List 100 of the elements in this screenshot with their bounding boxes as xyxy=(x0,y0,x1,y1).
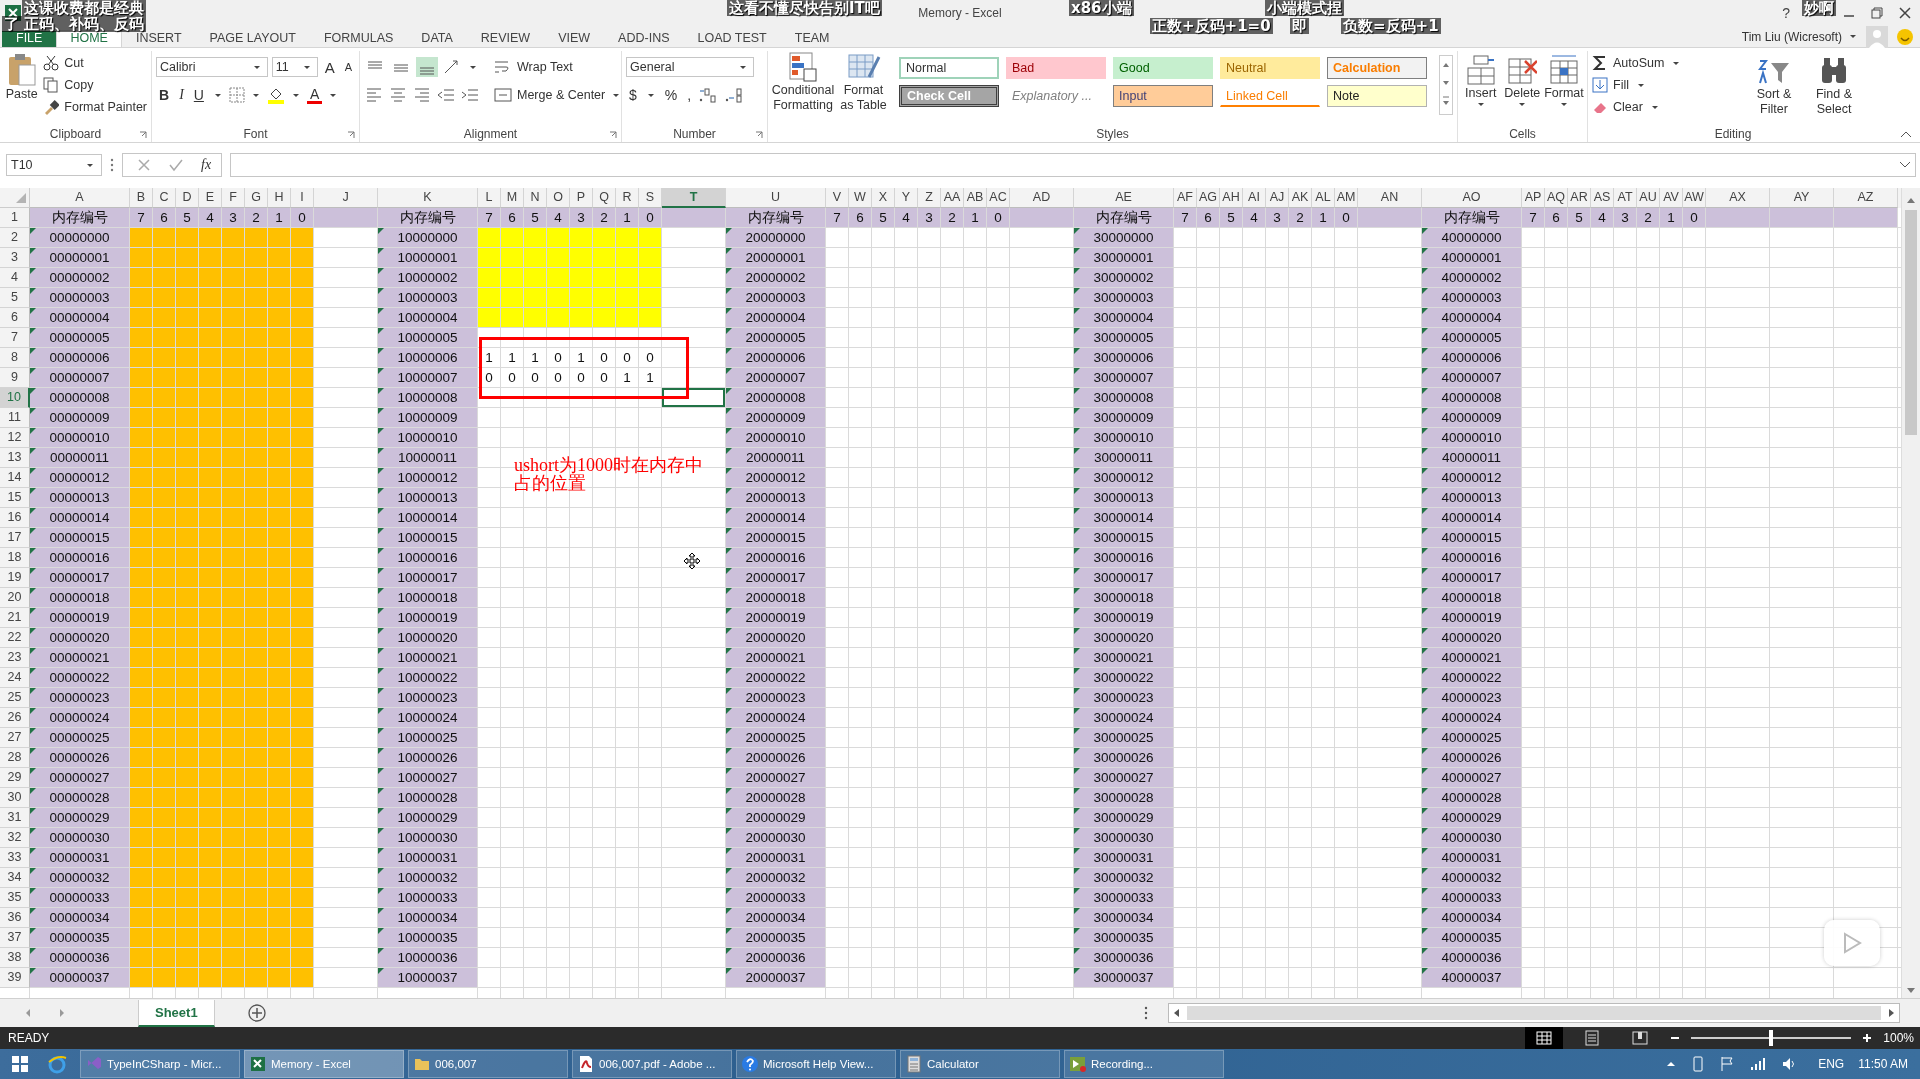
column-header[interactable]: AJ xyxy=(1266,188,1289,208)
row-header[interactable]: 7 xyxy=(0,328,30,348)
column-header[interactable]: F xyxy=(222,188,245,208)
scrollbar-thumb[interactable] xyxy=(1905,210,1917,435)
dialog-launcher-icon[interactable] xyxy=(609,131,617,139)
taskbar-button[interactable]: 006,007 xyxy=(408,1050,568,1078)
dialog-launcher-icon[interactable] xyxy=(755,131,763,139)
caret-icon[interactable] xyxy=(1636,82,1645,88)
column-header[interactable]: AA xyxy=(941,188,964,208)
autosum-button[interactable]: AutoSum xyxy=(1592,53,1742,73)
more-options-icon[interactable] xyxy=(110,158,114,172)
dialog-launcher-icon[interactable] xyxy=(139,131,147,139)
column-header[interactable]: S xyxy=(639,188,662,208)
cell-style-option[interactable]: Note xyxy=(1327,85,1427,107)
column-header[interactable]: Z xyxy=(918,188,941,208)
clear-button[interactable]: Clear xyxy=(1592,97,1742,117)
insert-function-button[interactable]: fx xyxy=(201,157,212,173)
flag-icon[interactable] xyxy=(1720,1056,1735,1072)
column-header[interactable]: H xyxy=(268,188,291,208)
row-header[interactable]: 38 xyxy=(0,948,30,968)
column-header[interactable]: AZ xyxy=(1834,188,1898,208)
column-header[interactable]: AB xyxy=(964,188,987,208)
row-header[interactable]: 1 xyxy=(0,208,30,228)
input-language[interactable]: ENG xyxy=(1818,1057,1845,1071)
column-header[interactable]: A xyxy=(30,188,130,208)
column-header[interactable]: T xyxy=(662,188,726,208)
underline-button[interactable]: U xyxy=(190,87,207,103)
row-header[interactable]: 16 xyxy=(0,508,30,528)
column-header[interactable]: K xyxy=(378,188,478,208)
ribbon-tab[interactable]: FILE xyxy=(2,31,57,47)
column-header[interactable]: I xyxy=(291,188,314,208)
cell-style-option[interactable]: Normal xyxy=(899,57,999,79)
browser-icon[interactable] xyxy=(46,1053,68,1075)
column-header[interactable]: N xyxy=(524,188,547,208)
row-header[interactable]: 27 xyxy=(0,728,30,748)
row-header[interactable]: 39 xyxy=(0,968,30,988)
ribbon-tab[interactable]: LOAD TEST xyxy=(683,31,781,47)
row-header[interactable]: 37 xyxy=(0,928,30,948)
ribbon-tab[interactable]: PAGE LAYOUT xyxy=(195,31,310,47)
smiley-icon[interactable] xyxy=(1896,27,1914,46)
format-painter-button[interactable]: Format Painter xyxy=(43,97,147,117)
row-header[interactable]: 36 xyxy=(0,908,30,928)
row-header[interactable]: 30 xyxy=(0,788,30,808)
cut-button[interactable]: Cut xyxy=(43,53,147,73)
clock[interactable]: 11:50 AM xyxy=(1858,1057,1908,1071)
cell-style-option[interactable]: Good xyxy=(1113,57,1213,79)
column-header[interactable]: AW xyxy=(1683,188,1706,208)
column-header[interactable]: AU xyxy=(1637,188,1660,208)
account-name[interactable]: Tim Liu (Wicresoft) xyxy=(1741,29,1842,44)
signal-icon[interactable] xyxy=(1750,1057,1767,1071)
row-header[interactable]: 22 xyxy=(0,628,30,648)
row-header[interactable]: 15 xyxy=(0,488,30,508)
cell-style-option[interactable]: Bad xyxy=(1006,57,1106,79)
row-header[interactable]: 18 xyxy=(0,548,30,568)
caret-icon[interactable] xyxy=(739,64,747,70)
add-sheet-icon[interactable] xyxy=(246,1003,267,1023)
checkmark-icon[interactable] xyxy=(169,158,183,172)
row-header[interactable]: 34 xyxy=(0,868,30,888)
column-header[interactable]: R xyxy=(616,188,639,208)
paste-button[interactable]: Paste xyxy=(4,51,40,126)
name-box[interactable]: T10 xyxy=(6,154,102,176)
row-header[interactable]: 24 xyxy=(0,668,30,688)
font-name-dropdown[interactable]: Calibri xyxy=(156,57,268,77)
sheet-tab[interactable]: Sheet1 xyxy=(138,999,215,1027)
taskbar-button[interactable]: TypeInCSharp - Micr... xyxy=(80,1050,240,1078)
active-cell[interactable] xyxy=(662,388,726,408)
font-size-dropdown[interactable]: 11 xyxy=(271,57,318,77)
bold-button[interactable]: B xyxy=(156,87,173,103)
italic-button[interactable]: I xyxy=(176,87,187,103)
row-header[interactable]: 10 xyxy=(0,388,30,408)
caret-icon[interactable] xyxy=(1849,34,1857,39)
column-header[interactable]: G xyxy=(245,188,268,208)
caret-icon[interactable] xyxy=(291,92,300,98)
column-header[interactable]: AH xyxy=(1220,188,1243,208)
cancel-icon[interactable] xyxy=(137,158,151,172)
taskbar-button[interactable]: Microsoft Help View... xyxy=(736,1050,896,1078)
cell-style-option[interactable]: Neutral xyxy=(1220,57,1320,79)
zoom-in-icon[interactable] xyxy=(1861,1032,1874,1044)
device-icon[interactable] xyxy=(1692,1056,1705,1072)
column-header[interactable]: AF xyxy=(1174,188,1197,208)
taskbar-button[interactable]: Calculator xyxy=(900,1050,1060,1078)
copy-button[interactable]: Copy xyxy=(43,75,147,95)
row-header[interactable]: 5 xyxy=(0,288,30,308)
borders-icon[interactable] xyxy=(228,87,245,103)
column-header[interactable]: Q xyxy=(593,188,616,208)
horizontal-align-icon[interactable] xyxy=(388,85,408,105)
ribbon-tab[interactable]: INSERT xyxy=(121,31,196,47)
ribbon-tab[interactable]: ADD-INS xyxy=(604,31,684,47)
cell-style-option[interactable]: Explanatory ... xyxy=(1006,85,1106,107)
scrollbar-thumb[interactable] xyxy=(1187,1006,1881,1020)
normal-view-button[interactable] xyxy=(1525,1027,1564,1049)
font-color-button[interactable]: A xyxy=(306,86,323,104)
format-as-table-button[interactable]: Format as Table xyxy=(838,51,889,126)
column-header[interactable]: AM xyxy=(1335,188,1358,208)
delete-button[interactable]: Delete xyxy=(1503,51,1541,126)
ribbon-tab[interactable]: FORMULAS xyxy=(309,31,408,47)
ribbon-tab[interactable]: TEAM xyxy=(780,31,844,47)
caret-icon[interactable] xyxy=(251,92,260,98)
row-header[interactable]: 3 xyxy=(0,248,30,268)
row-header[interactable]: 2 xyxy=(0,228,30,248)
